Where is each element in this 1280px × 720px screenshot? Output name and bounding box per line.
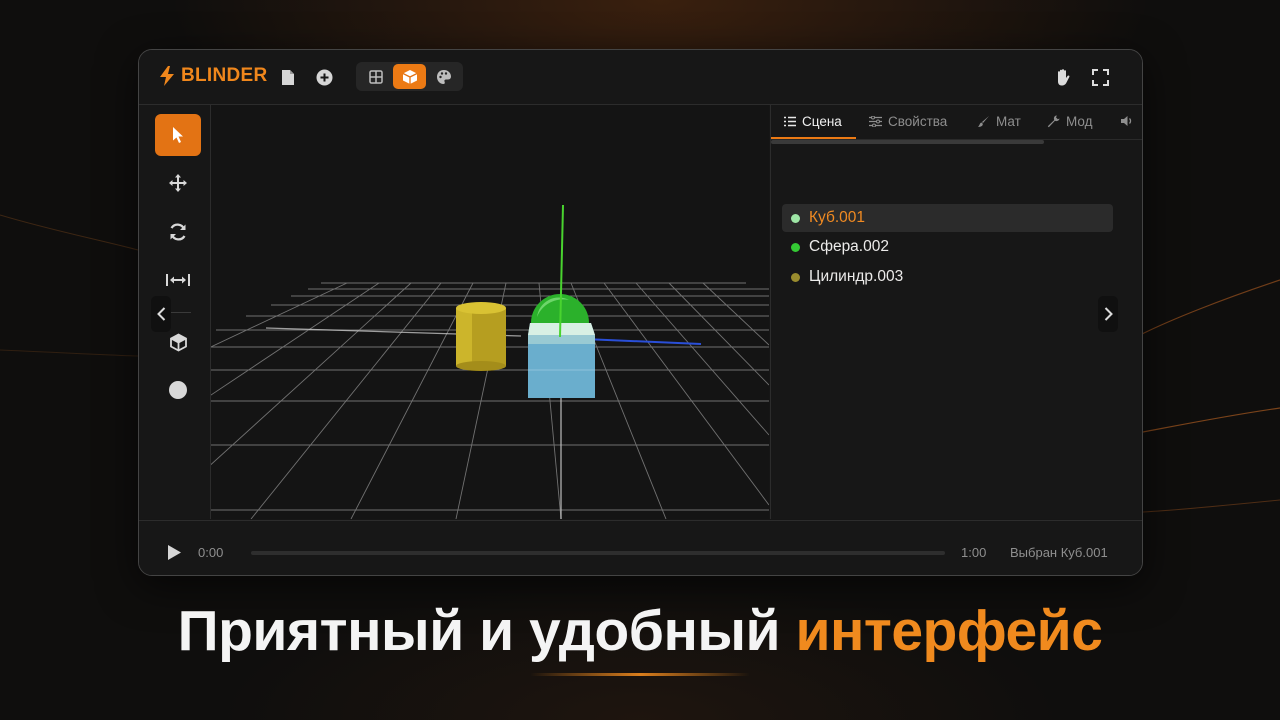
app-name: BLINDER bbox=[181, 65, 268, 86]
cube-icon bbox=[169, 332, 187, 352]
tab-material[interactable]: Мат bbox=[977, 105, 1021, 137]
play-button[interactable] bbox=[167, 544, 182, 566]
tool-sidebar bbox=[139, 105, 211, 519]
panel-tabs: Сцена Свойства Мат Мод bbox=[771, 105, 1142, 140]
headline: Приятный и удобный интерфейс bbox=[0, 598, 1280, 664]
rotate-icon bbox=[170, 223, 186, 241]
object-color-dot bbox=[791, 272, 800, 282]
timeline-bar: 0:00 1:00 Выбран Куб.001 bbox=[139, 520, 1142, 575]
chevron-left-icon bbox=[156, 307, 165, 321]
outliner-item-cylinder[interactable]: Цилиндр.003 bbox=[782, 263, 1113, 291]
collapse-left-button[interactable] bbox=[151, 296, 171, 332]
object-color-dot bbox=[791, 213, 800, 223]
add-sphere-button[interactable] bbox=[155, 369, 201, 411]
add-circle-icon[interactable] bbox=[313, 66, 335, 88]
tab-properties[interactable]: Свойства bbox=[869, 105, 947, 137]
move-icon bbox=[169, 174, 187, 192]
tab-sound[interactable] bbox=[1121, 105, 1140, 137]
headline-main: Приятный и удобный bbox=[177, 599, 781, 663]
app-window: BLINDER Сцена Свойства Мат Мод Куб.001 С… bbox=[138, 49, 1143, 576]
tabs-scrollbar[interactable] bbox=[771, 140, 1044, 144]
outliner-item-cube[interactable]: Куб.001 bbox=[782, 204, 1113, 232]
cylinder-object[interactable] bbox=[456, 302, 506, 371]
active-tab-indicator bbox=[771, 137, 856, 139]
viewport-scene bbox=[211, 204, 769, 519]
top-bar: BLINDER bbox=[139, 50, 1142, 105]
sphere-icon bbox=[169, 381, 187, 399]
headline-accent: интерфейс bbox=[795, 599, 1103, 663]
chevron-right-icon bbox=[1104, 307, 1113, 321]
select-tool-button[interactable] bbox=[155, 114, 201, 156]
headline-underline bbox=[530, 673, 750, 676]
tab-scene[interactable]: Сцена bbox=[784, 105, 842, 137]
list-icon bbox=[784, 116, 796, 126]
mode-switcher bbox=[356, 62, 463, 91]
lightning-icon bbox=[160, 66, 174, 86]
3d-viewport[interactable] bbox=[211, 105, 769, 519]
mode-object-button[interactable] bbox=[393, 64, 426, 89]
properties-panel: Сцена Свойства Мат Мод Куб.001 Сфера.002… bbox=[770, 105, 1142, 519]
collapse-right-button[interactable] bbox=[1098, 296, 1118, 332]
move-tool-button[interactable] bbox=[155, 162, 201, 204]
current-time: 0:00 bbox=[198, 545, 224, 560]
palette-icon bbox=[436, 69, 451, 84]
cube-object[interactable] bbox=[528, 323, 595, 398]
sliders-icon bbox=[869, 115, 882, 127]
mode-grid-button[interactable] bbox=[359, 64, 392, 89]
timeline-scrubber[interactable] bbox=[251, 551, 945, 555]
scale-tool-button[interactable] bbox=[155, 259, 201, 301]
cube-icon bbox=[402, 69, 417, 84]
rotate-tool-button[interactable] bbox=[155, 211, 201, 253]
brush-icon bbox=[978, 115, 989, 127]
end-time: 1:00 bbox=[961, 545, 987, 560]
fullscreen-icon[interactable] bbox=[1089, 66, 1111, 88]
mode-material-button[interactable] bbox=[427, 64, 460, 89]
file-icon[interactable] bbox=[277, 66, 299, 88]
tab-modifiers[interactable]: Мод bbox=[1047, 105, 1093, 137]
sound-icon bbox=[1121, 116, 1132, 126]
outliner-item-sphere[interactable]: Сфера.002 bbox=[782, 233, 1113, 261]
selection-status: Выбран Куб.001 bbox=[1010, 545, 1108, 560]
scale-icon bbox=[166, 274, 190, 286]
grid-icon bbox=[368, 69, 383, 84]
cursor-icon bbox=[173, 127, 183, 143]
object-color-dot bbox=[791, 242, 800, 252]
hand-icon[interactable] bbox=[1053, 66, 1075, 88]
wrench-icon bbox=[1047, 115, 1060, 127]
play-icon bbox=[168, 545, 181, 560]
app-logo: BLINDER bbox=[159, 65, 268, 87]
